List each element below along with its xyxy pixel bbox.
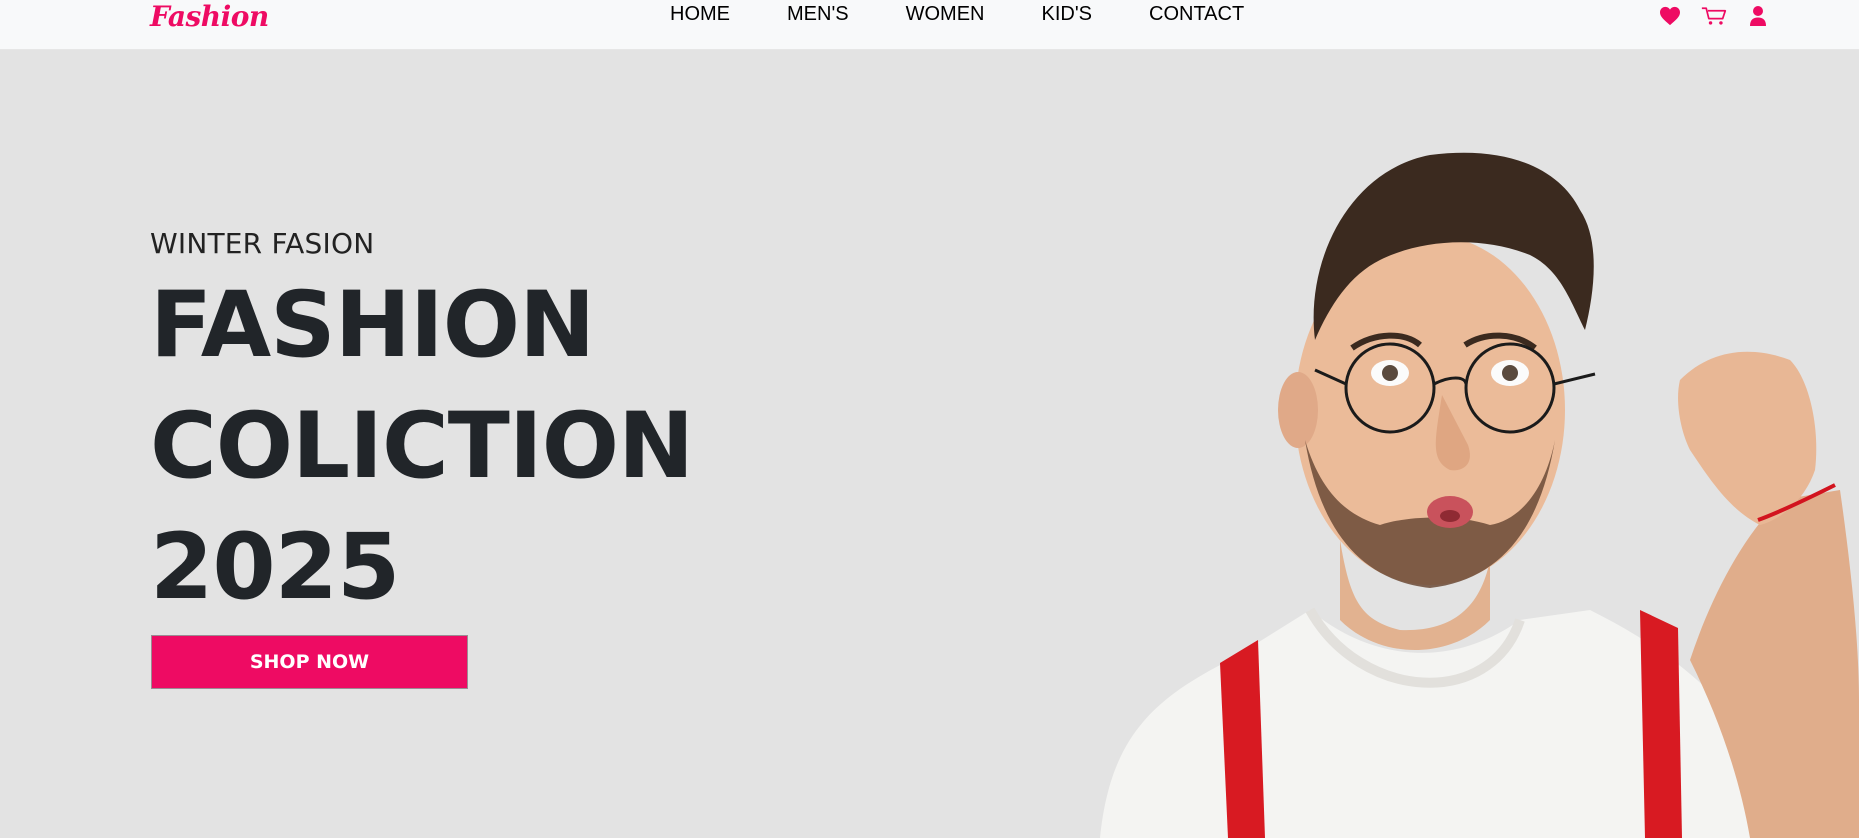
nav-link-women[interactable]: WOMEN [906,2,985,26]
hero-text: WINTER FASION FASHION COLICTION 2025 [150,227,694,628]
brand-logo[interactable]: Fashion [150,0,269,33]
nav-link-home[interactable]: HOME [670,2,730,26]
headline-line-3: 2025 [150,515,400,620]
headline-line-2: COLICTION [150,394,694,499]
headline-line-1: FASHION [150,273,595,378]
navbar: Fashion HOME MEN'S WOMEN KID'S CONTACT [0,0,1859,50]
shop-now-button[interactable]: SHOP NOW [151,635,468,689]
cart-icon[interactable] [1701,3,1727,29]
nav-link-contact[interactable]: CONTACT [1149,2,1244,26]
heart-icon[interactable] [1657,3,1683,29]
nav-links: HOME MEN'S WOMEN KID'S CONTACT [670,2,1301,26]
nav-icons [1657,3,1771,29]
hero-headline: FASHION COLICTION 2025 [150,265,694,628]
hero-subtitle: WINTER FASION [150,227,375,260]
hero-model-image [1100,152,1859,838]
nav-link-mens[interactable]: MEN'S [787,2,849,26]
nav-link-kids[interactable]: KID'S [1042,2,1093,26]
user-icon[interactable] [1745,3,1771,29]
